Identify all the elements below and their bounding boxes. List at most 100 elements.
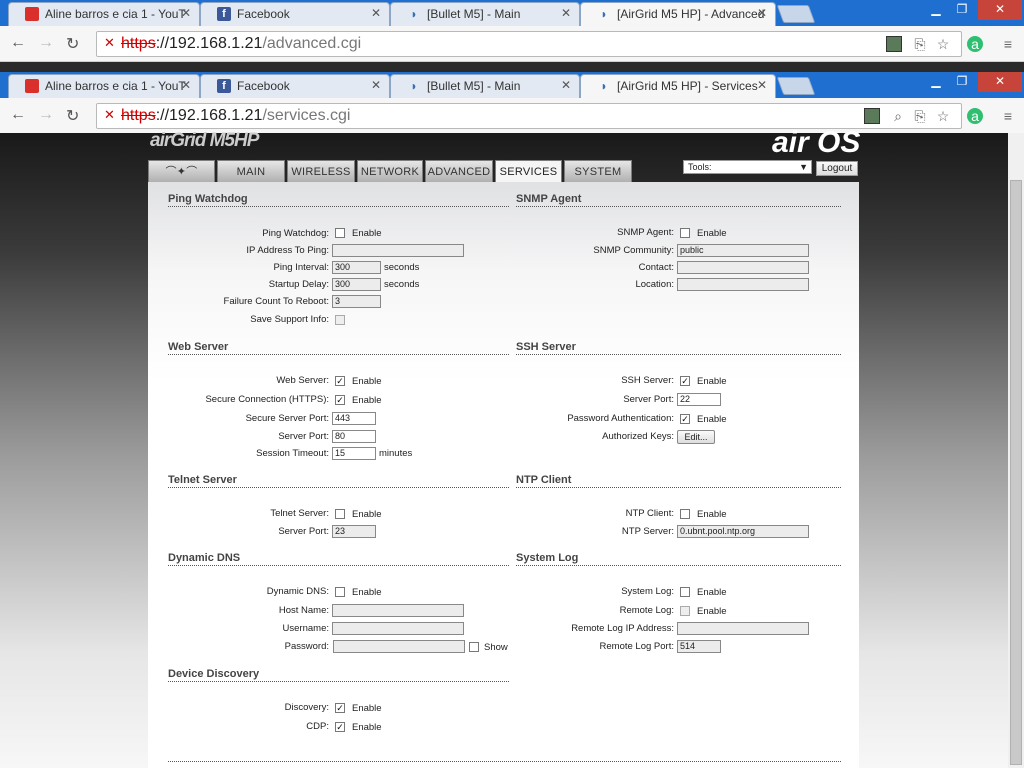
translate-icon[interactable]: ⎘ <box>912 108 928 124</box>
minimize-icon[interactable]: ▁ <box>926 0 946 20</box>
remote-log-checkbox[interactable] <box>680 606 690 616</box>
section-device-discovery: Device Discovery <box>168 668 509 682</box>
window-close-icon[interactable]: ✕ <box>978 0 1022 20</box>
close-icon[interactable]: ✕ <box>757 6 767 20</box>
show-label: Show <box>484 642 508 653</box>
password-auth-checkbox[interactable]: ✓ <box>680 414 690 424</box>
ssh-server-checkbox[interactable]: ✓ <box>680 376 690 386</box>
back-address-bar[interactable]: ✕ https://192.168.1.21/advanced.cgi <box>96 31 962 57</box>
reload-icon[interactable]: ↻ <box>66 34 79 54</box>
ping-interval-input[interactable]: 300 <box>332 261 381 274</box>
tab-advanced[interactable]: ADVANCED <box>425 160 493 182</box>
telnet-port-input[interactable]: 23 <box>332 525 376 538</box>
bookmark-star-icon[interactable]: ☆ <box>935 108 951 124</box>
telnet-server-checkbox[interactable] <box>335 509 345 519</box>
close-icon[interactable]: ✕ <box>757 78 767 92</box>
maximize-icon[interactable]: ❐ <box>952 0 972 20</box>
minimize-icon[interactable]: ▁ <box>926 72 946 92</box>
cdp-checkbox[interactable]: ✓ <box>335 722 345 732</box>
snmp-location-input[interactable] <box>677 278 809 291</box>
edit-keys-button[interactable]: Edit... <box>677 430 715 444</box>
section-telnet-server: Telnet Server <box>168 474 509 488</box>
dynamic-dns-checkbox[interactable] <box>335 587 345 597</box>
image-icon[interactable] <box>864 108 880 124</box>
reload-icon[interactable]: ↻ <box>66 106 79 126</box>
extension-icon[interactable]: a <box>967 36 983 52</box>
remote-log-ip-input[interactable] <box>677 622 809 635</box>
toolbar: ← → ↻ ✕ https://192.168.1.21/services.cgi… <box>0 98 1024 134</box>
close-icon[interactable]: ✕ <box>371 6 381 20</box>
ping-ip-input[interactable] <box>332 244 464 257</box>
host-name-input[interactable] <box>332 604 464 617</box>
session-timeout-input[interactable]: 15 <box>332 447 376 460</box>
menu-icon[interactable]: ≡ <box>1000 108 1016 124</box>
close-icon[interactable]: ✕ <box>181 6 191 20</box>
tab-airgrid-services[interactable]: ◗ [AirGrid M5 HP] - Services ✕ <box>580 74 776 98</box>
tab-system[interactable]: SYSTEM <box>564 160 632 182</box>
ping-watchdog-checkbox[interactable] <box>335 228 345 238</box>
system-log-checkbox[interactable] <box>680 587 690 597</box>
close-icon[interactable]: ✕ <box>181 78 191 92</box>
remote-log-port-label: Remote Log Port: <box>599 641 674 652</box>
failure-count-input[interactable]: 3 <box>332 295 381 308</box>
tab-main[interactable]: MAIN <box>217 160 285 182</box>
image-icon[interactable] <box>886 36 902 52</box>
web-port-input[interactable]: 80 <box>332 430 376 443</box>
translate-icon[interactable]: ⎘ <box>912 36 928 52</box>
back-arrow-icon[interactable]: ← <box>10 106 26 124</box>
close-icon[interactable]: ✕ <box>371 78 381 92</box>
close-icon[interactable]: ✕ <box>561 78 571 92</box>
secure-port-input[interactable]: 443 <box>332 412 376 425</box>
web-server-checkbox[interactable]: ✓ <box>335 376 345 386</box>
ntp-client-checkbox[interactable] <box>680 509 690 519</box>
back-tab-airgrid-advanced[interactable]: ◗ [AirGrid M5 HP] - Advanced ✕ <box>580 2 776 26</box>
tab-services[interactable]: SERVICES <box>495 160 562 183</box>
scrollbar-thumb[interactable] <box>1010 180 1022 765</box>
back-tab-bullet[interactable]: ◗ [Bullet M5] - Main ✕ <box>390 2 580 26</box>
zoom-icon[interactable]: ⌕ <box>890 108 906 124</box>
airgrid-logo: airGrid M5HP <box>150 130 259 151</box>
remote-log-port-input[interactable]: 514 <box>677 640 721 653</box>
logout-button[interactable]: Logout <box>816 161 858 176</box>
snmp-contact-input[interactable] <box>677 261 809 274</box>
save-support-info-checkbox[interactable] <box>335 315 345 325</box>
forward-arrow-icon[interactable]: → <box>38 34 54 52</box>
discovery-label: Discovery: <box>284 702 329 713</box>
ssh-port-input[interactable]: 22 <box>677 393 721 406</box>
save-support-info-label: Save Support Info: <box>250 314 329 325</box>
tab-ubiquiti-logo[interactable]: ⌒✦⌒ <box>148 160 215 182</box>
tab-title: [AirGrid M5 HP] - Advanced <box>617 7 765 21</box>
new-tab-button[interactable] <box>776 77 816 95</box>
forward-arrow-icon[interactable]: → <box>38 106 54 124</box>
show-password-checkbox[interactable] <box>469 642 479 652</box>
tab-network[interactable]: NETWORK <box>357 160 423 182</box>
menu-icon[interactable]: ≡ <box>1000 36 1016 52</box>
new-tab-button[interactable] <box>776 5 816 23</box>
https-checkbox[interactable]: ✓ <box>335 395 345 405</box>
tab-bullet[interactable]: ◗ [Bullet M5] - Main ✕ <box>390 74 580 98</box>
tab-wireless[interactable]: WIRELESS <box>287 160 355 182</box>
snmp-agent-checkbox[interactable] <box>680 228 690 238</box>
tab-youtube[interactable]: Aline barros e cia 1 - YouT ✕ <box>8 74 200 98</box>
bookmark-star-icon[interactable]: ☆ <box>935 36 951 52</box>
discovery-checkbox[interactable]: ✓ <box>335 703 345 713</box>
tab-facebook[interactable]: f Facebook ✕ <box>200 74 390 98</box>
snmp-community-input[interactable]: public <box>677 244 809 257</box>
back-arrow-icon[interactable]: ← <box>10 34 26 52</box>
remote-log-label: Remote Log: <box>619 605 674 616</box>
back-tab-youtube[interactable]: Aline barros e cia 1 - YouT ✕ <box>8 2 200 26</box>
window-close-icon[interactable]: ✕ <box>978 72 1022 92</box>
maximize-icon[interactable]: ❐ <box>952 72 972 92</box>
extension-icon[interactable]: a <box>967 108 983 124</box>
close-icon[interactable]: ✕ <box>561 6 571 20</box>
password-input[interactable] <box>333 640 465 653</box>
section-ssh-server: SSH Server <box>516 341 841 355</box>
enable-label: Enable <box>697 509 727 520</box>
password-auth-label: Password Authentication: <box>567 413 674 424</box>
airos-logo: air OS <box>772 126 861 159</box>
back-tab-facebook[interactable]: f Facebook ✕ <box>200 2 390 26</box>
startup-delay-input[interactable]: 300 <box>332 278 381 291</box>
ntp-server-input[interactable]: 0.ubnt.pool.ntp.org <box>677 525 809 538</box>
username-input[interactable] <box>332 622 464 635</box>
tools-select[interactable]: Tools: ▼ <box>683 160 812 174</box>
